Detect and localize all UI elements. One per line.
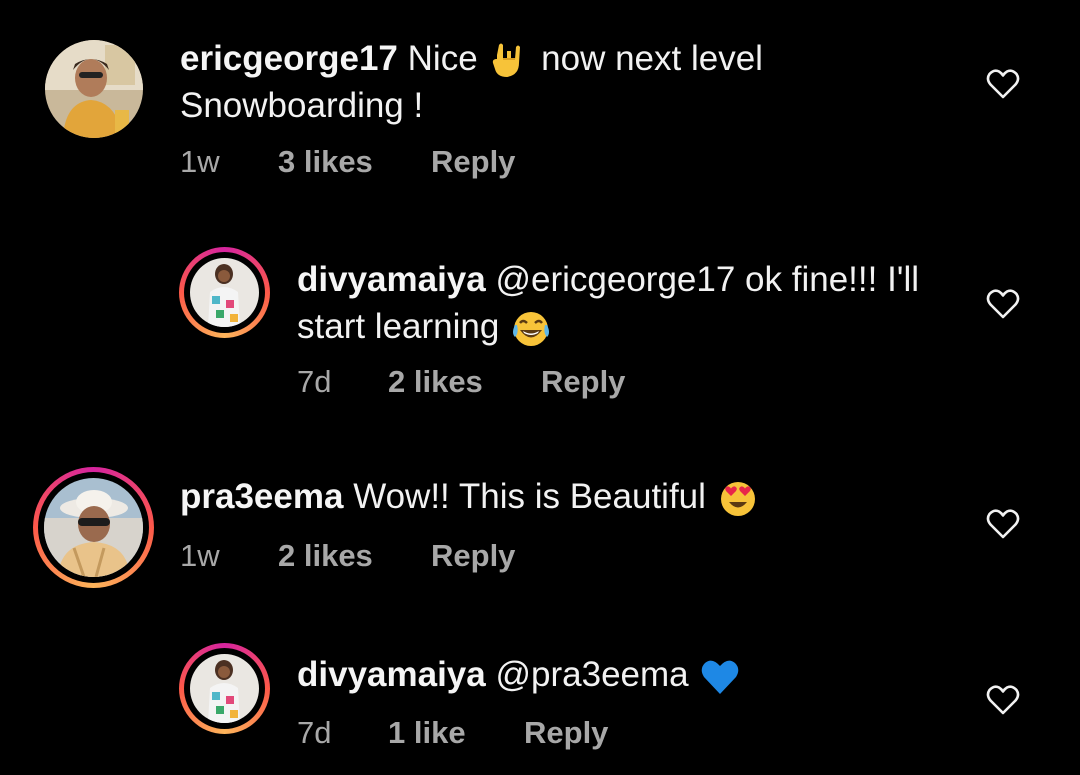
comment-time: 7d: [297, 715, 332, 750]
tears-of-joy-emoji-icon: [513, 311, 550, 346]
comment-body: @pra3eema: [495, 655, 689, 694]
comment-username[interactable]: divyamaiya: [297, 655, 486, 694]
reply-divyamaiya-2: divyamaiya @pra3eema 7d 1 like Reply: [0, 630, 1080, 775]
comment-body: Wow!! This is Beautiful: [353, 477, 706, 516]
rock-on-hand-emoji-icon: [493, 43, 521, 77]
comment-likes[interactable]: 2 likes: [278, 536, 431, 576]
comment-time: 7d: [297, 364, 332, 399]
avatar[interactable]: [45, 40, 143, 138]
comment-username[interactable]: divyamaiya: [297, 260, 486, 299]
comment-ericgeorge17: ericgeorge17 Nice now next level Snowboa…: [0, 0, 1080, 200]
comment-meta: 7d 2 likes Reply: [297, 362, 625, 402]
avatar[interactable]: [33, 467, 154, 588]
reply-button[interactable]: Reply: [431, 536, 515, 576]
like-heart-icon[interactable]: [986, 508, 1020, 540]
comment-pra3eema: pra3eema Wow!! This is Beautiful 1w 2 lik…: [0, 455, 1080, 615]
comment-time: 1w: [180, 538, 220, 573]
avatar[interactable]: [179, 247, 270, 338]
heart-eyes-emoji-icon: [720, 481, 755, 516]
reply-button[interactable]: Reply: [541, 362, 625, 402]
avatar-photo-icon: [190, 258, 259, 327]
avatar-photo-icon: [45, 40, 143, 138]
comment-body-start: Nice: [407, 39, 478, 78]
comment-time: 1w: [180, 144, 220, 179]
like-heart-icon[interactable]: [986, 288, 1020, 320]
comment-meta: 1w 2 likes Reply: [180, 536, 515, 576]
comment-text: pra3eema Wow!! This is Beautiful: [180, 473, 860, 520]
comment-meta: 1w 3 likes Reply: [180, 142, 515, 182]
avatar-photo-icon: [190, 654, 259, 723]
comment-text: ericgeorge17 Nice now next level Snowboa…: [180, 35, 860, 129]
comment-likes[interactable]: 3 likes: [278, 142, 431, 182]
like-heart-icon[interactable]: [986, 684, 1020, 716]
comment-likes[interactable]: 1 like: [388, 713, 524, 753]
reply-button[interactable]: Reply: [431, 142, 515, 182]
like-heart-icon[interactable]: [986, 68, 1020, 100]
comment-likes[interactable]: 2 likes: [388, 362, 541, 402]
comment-text: divyamaiya @ericgeorge17 ok fine!!! I'll…: [297, 256, 977, 350]
reply-button[interactable]: Reply: [524, 713, 608, 753]
comment-text: divyamaiya @pra3eema: [297, 651, 977, 698]
comment-meta: 7d 1 like Reply: [297, 713, 608, 753]
comment-username[interactable]: pra3eema: [180, 477, 343, 516]
blue-heart-emoji-icon: [702, 660, 739, 694]
comment-username[interactable]: ericgeorge17: [180, 39, 398, 78]
avatar-photo-icon: [44, 478, 143, 577]
avatar[interactable]: [179, 643, 270, 734]
reply-divyamaiya-1: divyamaiya @ericgeorge17 ok fine!!! I'll…: [0, 220, 1080, 420]
